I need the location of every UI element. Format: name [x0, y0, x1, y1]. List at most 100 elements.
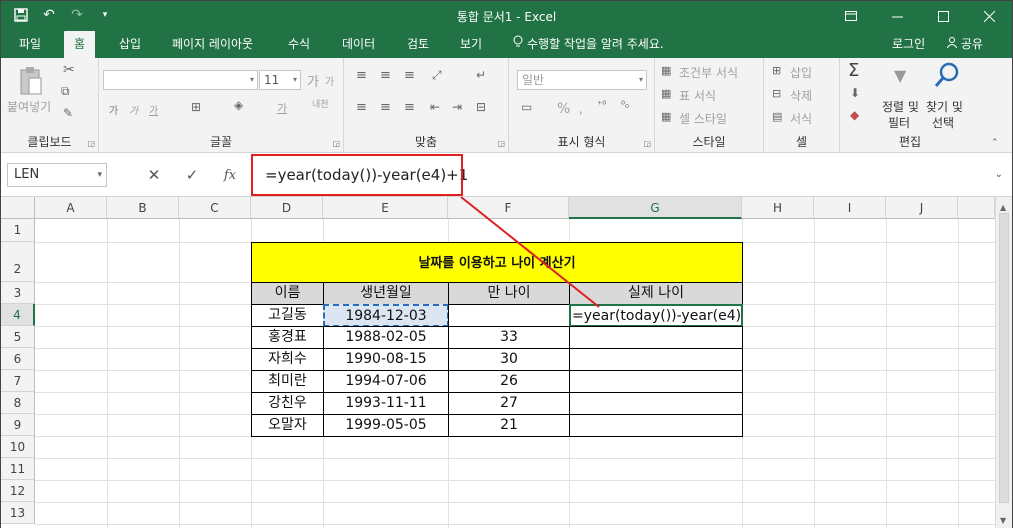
tell-me-text: 수행할 작업을 알려 주세요. [527, 37, 664, 51]
table-format-icon: ▦ [661, 87, 672, 100]
tab-home[interactable]: 홈 [64, 31, 96, 58]
bold-button[interactable]: 가 [109, 102, 118, 117]
lightbulb-icon [513, 31, 523, 58]
delete-cells-button[interactable]: 삭제 [790, 87, 812, 104]
scroll-up-icon[interactable]: ▲ [1000, 203, 1006, 212]
vertical-scrollbar[interactable]: ▲ ▼ [995, 197, 1012, 528]
chevron-down-icon: ▾ [292, 75, 297, 84]
formula-highlight-box [251, 154, 463, 196]
format-cells-button[interactable]: 서식 [790, 110, 812, 127]
scroll-down-icon[interactable]: ▼ [1000, 516, 1006, 525]
format-painter-icon[interactable]: ✎ [63, 106, 73, 120]
minimize-icon[interactable] [874, 1, 920, 31]
styles-group: ▦ 조건부 서식 ▦ 표 서식 ▦ 셀 스타일 스타일 [655, 58, 764, 153]
tab-view[interactable]: 보기 [450, 31, 492, 58]
number-group: 일반 ▾ ▭ % , ⁺⁰ ⁰₀ 표시 형식 ◲ [509, 58, 655, 153]
scroll-thumb[interactable] [999, 213, 1009, 503]
phonetic-button[interactable]: 내천 [312, 100, 329, 110]
editing-group: Σ ⬇ ◆ ▼ 정렬 및 필터 찾기 및 선택 편집 [840, 58, 980, 153]
tab-insert[interactable]: 삽입 [109, 31, 151, 58]
number-label: 표시 형식 [557, 135, 606, 149]
alignment-group: ≡ ≡ ≡ ⤢ ↵ ≡ ≡ ≡ ⇤ ⇥ ⊟ 맞춤 ◲ [344, 58, 509, 153]
copy-icon[interactable]: ⧉ [61, 84, 70, 99]
insert-function-icon[interactable]: fx [217, 163, 243, 187]
clear-icon[interactable]: ◆ [850, 108, 859, 122]
indent-decrease-icon[interactable]: ⇤ [430, 100, 440, 114]
tab-page-layout[interactable]: 페이지 레이아웃 [162, 31, 263, 58]
underline-button[interactable]: 가 [149, 102, 158, 117]
find-select-label-line1[interactable]: 찾기 및 [926, 98, 963, 115]
close-icon[interactable] [966, 1, 1012, 31]
align-middle-icon[interactable]: ≡ [380, 68, 391, 83]
tab-file[interactable]: 파일 [9, 31, 51, 58]
insert-cells-button[interactable]: 삽입 [790, 64, 812, 81]
delete-cells-icon: ⊟ [772, 87, 782, 100]
clipboard-label: 클립보드 [27, 135, 72, 149]
cut-icon[interactable]: ✂ [63, 62, 75, 78]
tell-me-box[interactable]: 수행할 작업을 알려 주세요. [513, 31, 664, 58]
accounting-format-icon[interactable]: ▭ [521, 100, 532, 114]
maximize-icon[interactable] [920, 1, 966, 31]
cell-styles-button[interactable]: 셀 스타일 [679, 110, 727, 127]
dialog-launcher-icon[interactable]: ◲ [332, 139, 340, 148]
fill-color-icon[interactable]: ◈ [234, 98, 243, 112]
share-label: 공유 [960, 37, 983, 51]
orientation-icon[interactable]: ⤢ [432, 68, 442, 83]
fill-icon[interactable]: ⬇ [850, 86, 860, 100]
chevron-down-icon: ▾ [638, 75, 643, 84]
formula-bar: LEN ▾ ✕ ✓ fx =year(today())-year(e4)+1 ⌄ [1, 153, 1012, 197]
cells-group: ⊞ 삽입 ⊟ 삭제 ▤ 서식 셀 [764, 58, 840, 153]
font-size-combo[interactable]: 11 ▾ [259, 70, 301, 90]
dialog-launcher-icon[interactable]: ◲ [643, 139, 651, 148]
align-left-icon[interactable]: ≡ [356, 100, 367, 115]
sort-filter-label-line1[interactable]: 정렬 및 [882, 98, 919, 115]
align-top-icon[interactable]: ≡ [356, 68, 367, 83]
percent-button[interactable]: % [557, 101, 570, 117]
borders-icon[interactable]: ⊞ [191, 100, 201, 114]
enter-check-icon[interactable]: ✓ [179, 163, 205, 187]
font-name-combo[interactable]: ▾ [103, 70, 258, 90]
shrink-font-button[interactable]: 가 [325, 73, 334, 88]
font-label: 글꼴 [209, 135, 233, 149]
sort-filter-label-line2[interactable]: 필터 [888, 114, 910, 131]
collapse-ribbon-icon[interactable]: ⌃ [991, 138, 999, 148]
cancel-icon[interactable]: ✕ [141, 163, 167, 187]
tab-formulas[interactable]: 수식 [278, 31, 320, 58]
table-format-button[interactable]: 표 서식 [679, 87, 716, 104]
ribbon-display-icon[interactable] [828, 1, 874, 31]
name-box[interactable]: LEN ▾ [7, 163, 107, 187]
find-select-icon [934, 62, 960, 92]
chevron-down-icon: ▾ [97, 170, 102, 180]
comma-style-button[interactable]: , [579, 102, 583, 116]
conditional-format-icon: ▦ [661, 64, 672, 77]
merge-center-icon[interactable]: ⊟ [476, 100, 486, 114]
autosum-icon[interactable]: Σ [848, 60, 859, 81]
conditional-format-button[interactable]: 조건부 서식 [679, 64, 738, 81]
login-link[interactable]: 로그인 [892, 31, 925, 58]
indent-increase-icon[interactable]: ⇥ [452, 100, 462, 114]
dialog-launcher-icon[interactable]: ◲ [87, 139, 95, 148]
tab-review[interactable]: 검토 [397, 31, 439, 58]
align-bottom-icon[interactable]: ≡ [404, 68, 415, 83]
align-right-icon[interactable]: ≡ [404, 100, 415, 115]
paste-icon[interactable] [19, 66, 43, 100]
wrap-text-icon[interactable]: ↵ [476, 68, 486, 82]
italic-button[interactable]: 가 [129, 102, 138, 117]
editing-label: 편집 [898, 135, 922, 149]
share-button[interactable]: 공유 [946, 31, 983, 58]
font-group: ▾ 11 ▾ 가 가 가 가 가 ⊞ ◈ 가 내천 글꼴 ◲ [99, 58, 344, 153]
worksheet-grid[interactable]: A B C D E F G H I J 1 2 3 4 5 6 7 8 9 10… [1, 197, 1012, 528]
increase-decimal-icon[interactable]: ⁺⁰ [597, 100, 606, 111]
dialog-launcher-icon[interactable]: ◲ [497, 139, 505, 148]
expand-formula-icon[interactable]: ⌄ [995, 162, 1003, 188]
decrease-decimal-icon[interactable]: ⁰₀ [621, 100, 629, 111]
find-select-label-line2[interactable]: 선택 [932, 114, 954, 131]
font-color-button[interactable]: 가 [277, 100, 287, 116]
number-format-combo[interactable]: 일반 ▾ [517, 70, 647, 90]
ribbon: 붙여넣기 ✂ ⧉ ✎ 클립보드 ◲ ▾ 11 ▾ 가 가 가 가 가 ⊞ ◈ 가 … [1, 58, 1012, 153]
align-center-icon[interactable]: ≡ [380, 100, 391, 115]
styles-label: 스타일 [692, 135, 726, 149]
tab-data[interactable]: 데이터 [332, 31, 385, 58]
paste-label[interactable]: 붙여넣기 [7, 98, 51, 115]
grow-font-button[interactable]: 가 [307, 71, 319, 90]
